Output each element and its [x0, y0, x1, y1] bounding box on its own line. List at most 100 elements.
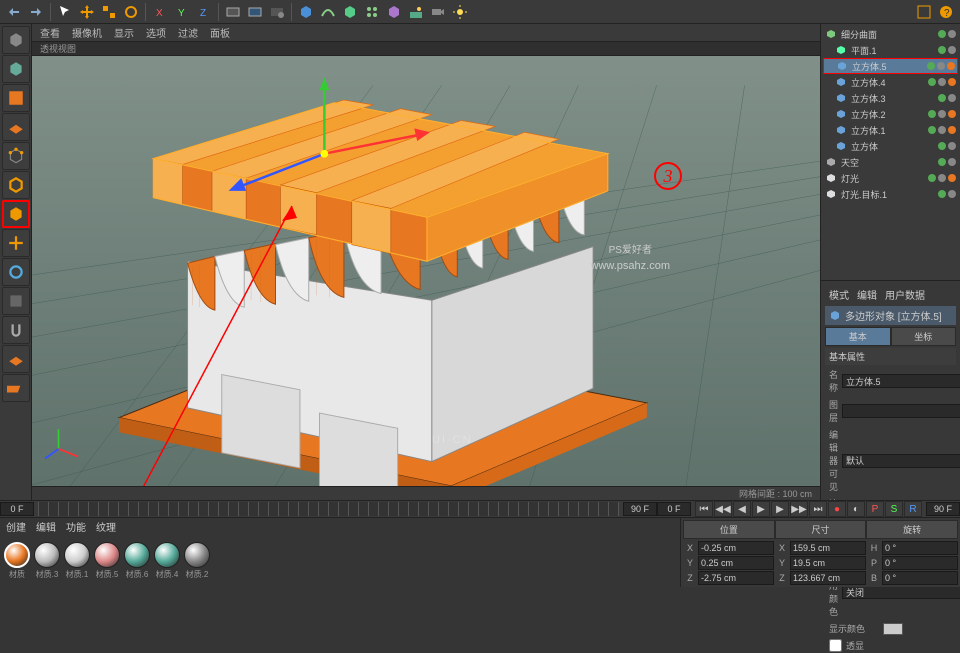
object-row[interactable]: 平面.1: [823, 42, 958, 58]
mat-menu-texture[interactable]: 纹理: [96, 519, 116, 534]
select-tool[interactable]: [55, 2, 75, 22]
tl-next-key[interactable]: ▶▶: [790, 501, 808, 517]
timeline-track[interactable]: [38, 502, 619, 516]
rotate-tool[interactable]: [121, 2, 141, 22]
tl-next-frame[interactable]: ▶: [771, 501, 789, 517]
material-item[interactable]: 材质.5: [94, 542, 120, 580]
mat-menu-edit[interactable]: 编辑: [36, 519, 56, 534]
environment-button[interactable]: [406, 2, 426, 22]
layout-button[interactable]: [914, 2, 934, 22]
zaxis-toggle[interactable]: Z: [194, 2, 214, 22]
tl-autokey[interactable]: ◐: [847, 501, 865, 517]
object-row[interactable]: 立方体.2: [823, 106, 958, 122]
nurbs-button[interactable]: [340, 2, 360, 22]
tl-record[interactable]: ●: [828, 501, 846, 517]
help-button[interactable]: ?: [936, 2, 956, 22]
vp-menu-display[interactable]: 显示: [114, 25, 134, 40]
object-row[interactable]: 立方体.5: [823, 58, 958, 74]
render-region-button[interactable]: [245, 2, 265, 22]
enable-axis-button[interactable]: [2, 258, 30, 286]
tl-goto-start[interactable]: ⏮: [695, 501, 713, 517]
timeline-end[interactable]: [623, 502, 657, 516]
render-button[interactable]: [223, 2, 243, 22]
attr-subtab-coord[interactable]: 坐标: [891, 327, 957, 346]
render-settings-button[interactable]: [267, 2, 287, 22]
point-mode-button[interactable]: [2, 142, 30, 170]
coord-z-rot[interactable]: [882, 571, 958, 585]
coord-x-rot[interactable]: [882, 541, 958, 555]
locked-workplane-button[interactable]: [2, 345, 30, 373]
deformer-button[interactable]: [384, 2, 404, 22]
camera-button[interactable]: [428, 2, 448, 22]
scale-tool[interactable]: [99, 2, 119, 22]
edge-mode-button[interactable]: [2, 171, 30, 199]
attr-layer-input[interactable]: [842, 404, 960, 418]
vp-menu-panel[interactable]: 面板: [210, 25, 230, 40]
material-item[interactable]: 材质: [4, 542, 30, 580]
light-button[interactable]: [450, 2, 470, 22]
material-list[interactable]: 材质材质.3材质.1材质.5材质.6材质.4材质.2: [0, 534, 680, 587]
tl-prev-frame[interactable]: ◀: [733, 501, 751, 517]
coord-z-size[interactable]: [790, 571, 866, 585]
cube-primitive[interactable]: [296, 2, 316, 22]
coord-tab-rot[interactable]: 旋转: [866, 520, 958, 539]
viewport-solo-button[interactable]: [2, 287, 30, 315]
array-button[interactable]: [362, 2, 382, 22]
tl-prev-key[interactable]: ◀◀: [714, 501, 732, 517]
vp-menu-camera[interactable]: 摄像机: [72, 25, 102, 40]
coord-y-pos[interactable]: [698, 556, 774, 570]
object-row[interactable]: 灯光: [823, 170, 958, 186]
attr-tab-edit[interactable]: 编辑: [857, 287, 877, 302]
axis-mode-button[interactable]: [2, 229, 30, 257]
object-row[interactable]: 天空: [823, 154, 958, 170]
attr-xray-checkbox[interactable]: [829, 639, 842, 652]
tl-key-scale[interactable]: S: [885, 501, 903, 517]
object-row[interactable]: 立方体.3: [823, 90, 958, 106]
object-row[interactable]: 灯光.目标.1: [823, 186, 958, 202]
tl-key-rot[interactable]: R: [904, 501, 922, 517]
tl-play[interactable]: ▶: [752, 501, 770, 517]
material-item[interactable]: 材质.1: [64, 542, 90, 580]
attr-name-input[interactable]: [842, 374, 960, 388]
material-item[interactable]: 材质.4: [154, 542, 180, 580]
object-row[interactable]: 细分曲面: [823, 26, 958, 42]
material-item[interactable]: 材质.6: [124, 542, 150, 580]
coord-x-size[interactable]: [790, 541, 866, 555]
coord-y-rot[interactable]: [882, 556, 958, 570]
planar-workplane-button[interactable]: [2, 374, 30, 402]
polygon-mode-button[interactable]: [2, 200, 30, 228]
attr-tab-userdata[interactable]: 用户数据: [885, 287, 925, 302]
coord-tab-size[interactable]: 尺寸: [775, 520, 867, 539]
undo-button[interactable]: [4, 2, 24, 22]
snap-button[interactable]: [2, 316, 30, 344]
move-tool[interactable]: [77, 2, 97, 22]
vp-menu-view[interactable]: 查看: [40, 25, 60, 40]
material-item[interactable]: 材质.2: [184, 542, 210, 580]
texture-mode-button[interactable]: [2, 84, 30, 112]
spline-primitive[interactable]: [318, 2, 338, 22]
coord-z-pos[interactable]: [698, 571, 774, 585]
tl-key-pos[interactable]: P: [866, 501, 884, 517]
timeline-max[interactable]: [926, 502, 960, 516]
model-mode-button[interactable]: [2, 55, 30, 83]
make-editable-button[interactable]: [2, 26, 30, 54]
vp-menu-filter[interactable]: 过滤: [178, 25, 198, 40]
coord-tab-pos[interactable]: 位置: [683, 520, 775, 539]
object-manager[interactable]: 细分曲面平面.1立方体.5立方体.4立方体.3立方体.2立方体.1立方体天空灯光…: [821, 24, 960, 280]
mat-menu-function[interactable]: 功能: [66, 519, 86, 534]
vp-menu-options[interactable]: 选项: [146, 25, 166, 40]
attr-subtab-basic[interactable]: 基本: [825, 327, 891, 346]
object-row[interactable]: 立方体: [823, 138, 958, 154]
redo-button[interactable]: [26, 2, 46, 22]
mat-menu-create[interactable]: 创建: [6, 519, 26, 534]
coord-x-pos[interactable]: [698, 541, 774, 555]
xaxis-toggle[interactable]: X: [150, 2, 170, 22]
timeline-current[interactable]: [657, 502, 691, 516]
object-row[interactable]: 立方体.4: [823, 74, 958, 90]
attr-tab-mode[interactable]: 模式: [829, 287, 849, 302]
yaxis-toggle[interactable]: Y: [172, 2, 192, 22]
timeline-start[interactable]: [0, 502, 34, 516]
material-item[interactable]: 材质.3: [34, 542, 60, 580]
attr-color-swatch[interactable]: [883, 623, 903, 635]
coord-y-size[interactable]: [790, 556, 866, 570]
